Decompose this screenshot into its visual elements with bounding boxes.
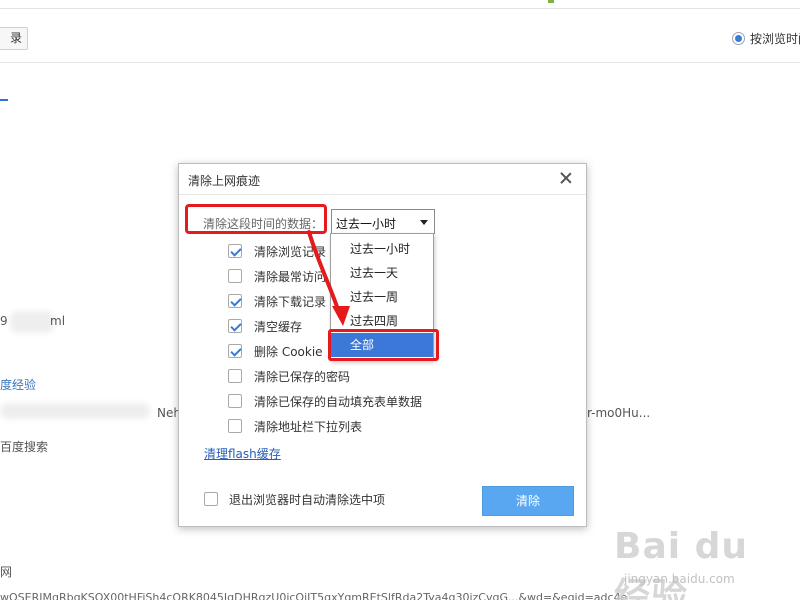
dropdown-option[interactable]: 过去一天 — [331, 261, 433, 285]
option-clear-history[interactable]: 清除浏览记录 — [228, 242, 326, 260]
watermark-url: jingyan.baidu.com — [624, 572, 735, 586]
time-range-value: 过去一小时 — [336, 217, 397, 231]
redacted-region — [10, 311, 54, 333]
top-border — [0, 8, 800, 9]
history-entry-text: r-mo0Hu... — [587, 406, 651, 420]
baidu-jingyan-watermark: Bai du 经验 jingyan.baidu.com — [614, 508, 794, 600]
auto-clear-checkbox[interactable] — [204, 492, 218, 506]
option-label: 清除地址栏下拉列表 — [254, 419, 363, 434]
top-accent-mark — [548, 0, 554, 3]
history-entry-text: ml — [50, 314, 66, 328]
option-clear-most-visited[interactable]: 清除最常访问 — [228, 267, 326, 285]
history-entry-text: 网 — [0, 565, 13, 579]
history-entry-text: 9 — [0, 314, 8, 328]
redacted-region — [0, 403, 150, 419]
history-button[interactable]: 录 — [0, 27, 28, 50]
checkbox[interactable] — [228, 269, 242, 283]
link-underline — [0, 99, 8, 101]
option-label: 清除最常访问 — [254, 269, 327, 284]
checkbox[interactable] — [228, 294, 242, 308]
watermark-brand: Bai du 经验 — [614, 526, 749, 600]
checkbox[interactable] — [228, 394, 242, 408]
option-clear-autofill[interactable]: 清除已保存的自动填充表单数据 — [228, 392, 422, 410]
option-label: 清空缓存 — [254, 319, 303, 334]
radio-selected-icon[interactable] — [732, 31, 745, 45]
option-label: 清除已保存的密码 — [254, 369, 351, 384]
history-entry-link[interactable]: 百度搜索 — [0, 438, 48, 455]
checkbox[interactable] — [228, 319, 242, 333]
option-clear-cache[interactable]: 清空缓存 — [228, 317, 302, 335]
dialog-header: 清除上网痕迹 — [179, 164, 586, 195]
checkbox[interactable] — [228, 419, 242, 433]
option-clear-downloads[interactable]: 清除下载记录 — [228, 292, 326, 310]
sort-by-time-radio[interactable]: 按浏览时间 — [732, 29, 800, 47]
option-label: 删除 Cookie — [254, 344, 323, 359]
close-icon[interactable] — [558, 170, 574, 186]
dropdown-option[interactable]: 过去一小时 — [331, 237, 433, 261]
annotation-highlight-time-label — [185, 204, 327, 234]
header-divider — [0, 62, 800, 63]
dropdown-option[interactable]: 过去一周 — [331, 285, 433, 309]
option-label: 清除下载记录 — [254, 294, 327, 309]
chevron-down-icon — [420, 220, 428, 225]
checkbox[interactable] — [228, 344, 242, 358]
auto-clear-label: 退出浏览器时自动清除选中项 — [229, 492, 386, 507]
option-delete-cookie[interactable]: 删除 Cookie — [228, 342, 323, 360]
option-label: 清除浏览记录 — [254, 244, 327, 259]
clear-flash-cache-link[interactable]: 清理flash缓存 — [204, 445, 281, 462]
auto-clear-option[interactable]: 退出浏览器时自动清除选中项 — [204, 490, 385, 508]
checkbox[interactable] — [228, 244, 242, 258]
option-clear-passwords[interactable]: 清除已保存的密码 — [228, 367, 350, 385]
history-entry-link[interactable]: 度经验 — [0, 376, 36, 393]
option-clear-address-bar[interactable]: 清除地址栏下拉列表 — [228, 417, 362, 435]
radio-label: 按浏览时间 — [750, 31, 800, 46]
annotation-highlight-all-option — [328, 329, 439, 361]
checkbox[interactable] — [228, 369, 242, 383]
clear-button[interactable]: 清除 — [482, 486, 574, 516]
history-entry-url: wOSERIMgRbgKSOX00tHFiSh4cQRK8045IgDHRgzU… — [0, 591, 628, 600]
time-range-select[interactable]: 过去一小时 — [331, 209, 435, 234]
dialog-title: 清除上网痕迹 — [188, 174, 261, 188]
option-label: 清除已保存的自动填充表单数据 — [254, 394, 423, 409]
